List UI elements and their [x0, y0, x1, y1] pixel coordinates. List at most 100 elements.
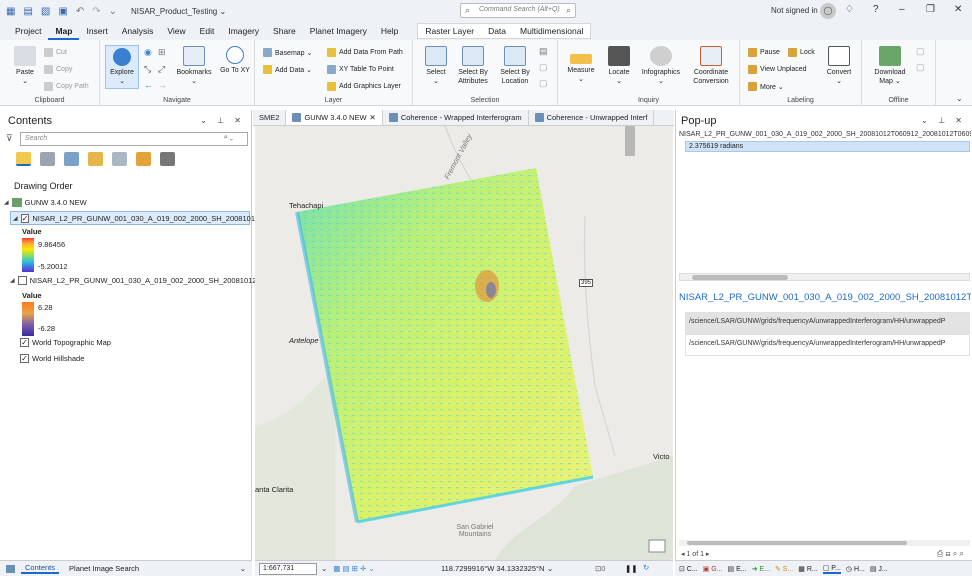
contents-search-input[interactable]: Search ⌕ ⌄ — [20, 132, 248, 146]
map-view[interactable]: Tehachapi Fremont Valley Antelope anta C… — [255, 126, 673, 560]
list-by-snapping-icon[interactable] — [112, 152, 127, 166]
download-map-button[interactable]: Download Map ⌄ — [868, 46, 912, 86]
chevron-down-icon[interactable]: ⌄ — [240, 564, 246, 573]
select-by-location-button[interactable]: Select By Location — [497, 46, 533, 86]
layer-visibility-checkbox[interactable]: ✓ — [20, 213, 30, 223]
sync-icon[interactable]: ▢ — [916, 46, 925, 57]
list-by-drawing-order-icon[interactable] — [16, 152, 31, 166]
layer-visibility-checkbox[interactable] — [17, 276, 27, 285]
pause-drawing-icon[interactable]: ❚❚ — [625, 564, 638, 573]
full-extent-icon[interactable]: ◉ — [144, 47, 152, 58]
horizontal-scrollbar[interactable] — [679, 540, 970, 546]
add-data-from-path-button[interactable]: Add Data From Path — [327, 48, 403, 57]
collapse-icon[interactable]: ◢ — [10, 277, 15, 284]
menu-planet-imagery[interactable]: Planet Imagery — [303, 22, 374, 40]
cut-button[interactable]: Cut — [44, 48, 67, 57]
dock-tab-raster[interactable]: ▦ R... — [798, 565, 817, 573]
menu-multidimensional[interactable]: Multidimensional — [513, 24, 590, 38]
bookmarks-button[interactable]: Bookmarks ⌄ — [173, 46, 215, 86]
tab-contents[interactable]: Contents — [21, 563, 60, 574]
map-scroll-indicator[interactable] — [625, 126, 635, 156]
dock-tab-symbology[interactable]: ✎ S... — [775, 565, 793, 573]
scale-selector[interactable]: 1:667,731 — [259, 562, 317, 575]
copy-button[interactable]: Copy — [44, 65, 72, 74]
help-icon[interactable]: ? — [873, 4, 879, 15]
sign-in-status[interactable]: Not signed in — [771, 6, 818, 15]
next-extent-icon[interactable]: → — [158, 80, 167, 90]
paste-button[interactable]: Paste ⌄ — [10, 46, 40, 86]
basemap-button[interactable]: Basemap ⌄ — [263, 48, 312, 57]
command-search-input[interactable]: ⌕ Command Search (Alt+Q) ⌕ — [460, 3, 576, 18]
pane-controls[interactable]: ⌄ ⊥ ✕ — [921, 116, 966, 125]
zoom-out-icon[interactable]: ⤢ — [158, 64, 165, 75]
dock-tab-export[interactable]: ➜ E... — [752, 565, 770, 573]
add-data-button[interactable]: Add Data ⌄ — [263, 65, 312, 74]
locate-button[interactable]: Locate ⌄ — [604, 46, 634, 86]
layer-hillshade-row[interactable]: ✓ World Hillshade — [20, 354, 84, 363]
select-by-attributes-button[interactable]: Select By Attributes — [455, 46, 491, 86]
tab-gunw[interactable]: GUNW 3.4.0 NEW ✕ — [286, 110, 383, 126]
popup-tools-icons[interactable]: ⎙ ⊟ ⌕ ⌕ — [937, 549, 964, 559]
menu-raster-layer[interactable]: Raster Layer — [418, 24, 481, 38]
view-unplaced-button[interactable]: View Unplaced — [748, 65, 807, 74]
chevron-down-icon[interactable]: ⌄ — [321, 564, 327, 573]
open-project-icon[interactable]: ▧ — [41, 6, 50, 17]
close-icon[interactable]: ✕ — [954, 4, 962, 15]
popup-pixel-value[interactable]: 2.375619 radians — [685, 141, 970, 152]
menu-share[interactable]: Share — [266, 22, 303, 40]
map-node[interactable]: ◢ GUNW 3.4.0 NEW — [4, 198, 87, 207]
menu-analysis[interactable]: Analysis — [115, 22, 161, 40]
zoom-to-selection-icon[interactable]: ▢ — [539, 78, 548, 89]
dock-tab-catalog[interactable]: ⊡ C... — [679, 565, 698, 573]
attributes-icon[interactable]: ▤ — [539, 46, 548, 57]
menu-insert[interactable]: Insert — [79, 22, 114, 40]
lock-labeling-button[interactable]: Lock — [788, 48, 815, 57]
layer-wrapped-row[interactable]: ◢ NISAR_L2_PR_GUNW_001_030_A_019_002_200… — [10, 276, 266, 285]
dock-tab-popup[interactable]: ▢ P... — [822, 564, 841, 574]
previous-extent-icon[interactable]: ← — [144, 80, 153, 90]
list-by-source-icon[interactable] — [40, 152, 55, 166]
zoom-in-icon[interactable]: ⤡ — [144, 64, 151, 75]
popup-layer-name[interactable]: NISAR_L2_PR_GUNW_001_030_A_019_002_2000_… — [679, 131, 971, 138]
coordinate-conversion-button[interactable]: Coordinate Conversion — [688, 46, 734, 86]
collapse-ribbon-icon[interactable]: ⌄ — [956, 94, 963, 103]
go-to-xy-button[interactable]: Go To XY — [220, 46, 250, 75]
tab-coherence-wrapped[interactable]: Coherence - Wrapped Interferogram — [383, 110, 529, 125]
new-project-icon[interactable]: ▤ — [23, 6, 32, 17]
scroll-thumb[interactable] — [687, 541, 907, 545]
close-tab-icon[interactable]: ✕ — [370, 110, 376, 126]
remove-offline-icon[interactable]: ▢ — [916, 62, 925, 73]
layer-unwrapped-row[interactable]: ◢ ✓ NISAR_L2_PR_GUNW_001_030_A_019_002_2… — [10, 211, 269, 225]
restore-icon[interactable]: ❐ — [926, 4, 935, 15]
menu-data[interactable]: Data — [481, 24, 513, 38]
menu-project[interactable]: Project — [8, 22, 48, 40]
clear-selection-icon[interactable]: ▢ — [539, 62, 548, 73]
menu-imagery[interactable]: Imagery — [221, 22, 266, 40]
collapse-icon[interactable]: ◢ — [13, 215, 18, 222]
explore-button[interactable]: Explore ⌄ — [105, 45, 139, 89]
tab-sme2[interactable]: SME2 — [253, 110, 287, 125]
customize-icon[interactable]: ⌄ — [109, 6, 117, 17]
scroll-thumb[interactable] — [692, 275, 788, 280]
dock-tab-history[interactable]: ◷ H... — [846, 565, 865, 573]
pause-labeling-button[interactable]: Pause — [748, 48, 780, 57]
horizontal-scrollbar[interactable] — [679, 273, 970, 281]
filter-icon[interactable]: ⊽ — [6, 133, 13, 144]
dock-tab-jobs[interactable]: ▤ J... — [870, 565, 888, 573]
measure-button[interactable]: Measure ⌄ — [564, 46, 598, 84]
undo-icon[interactable]: ↶ — [76, 6, 84, 17]
infographics-button[interactable]: Infographics ⌄ — [638, 46, 684, 86]
menu-help[interactable]: Help — [374, 22, 405, 40]
notification-icon[interactable]: ♢ — [845, 4, 854, 15]
menu-view[interactable]: View — [160, 22, 192, 40]
save-icon[interactable]: ▣ — [58, 6, 67, 17]
minimize-icon[interactable]: – — [899, 4, 905, 15]
map-tools-icons[interactable]: ▦ ▤ ⊞ ✛ ⌄ — [333, 564, 374, 573]
dock-tab-geoprocessing[interactable]: ▣ G... — [703, 565, 723, 573]
map-overview-icon[interactable] — [648, 539, 666, 553]
select-button[interactable]: Select ⌄ — [421, 46, 451, 86]
list-by-selection-icon[interactable] — [64, 152, 79, 166]
project-title[interactable]: NISAR_Product_Testing ⌄ — [131, 7, 226, 16]
add-graphics-layer-button[interactable]: Add Graphics Layer — [327, 82, 401, 91]
tab-coherence-unwrapped[interactable]: Coherence - Unwrapped Interf — [529, 110, 655, 125]
